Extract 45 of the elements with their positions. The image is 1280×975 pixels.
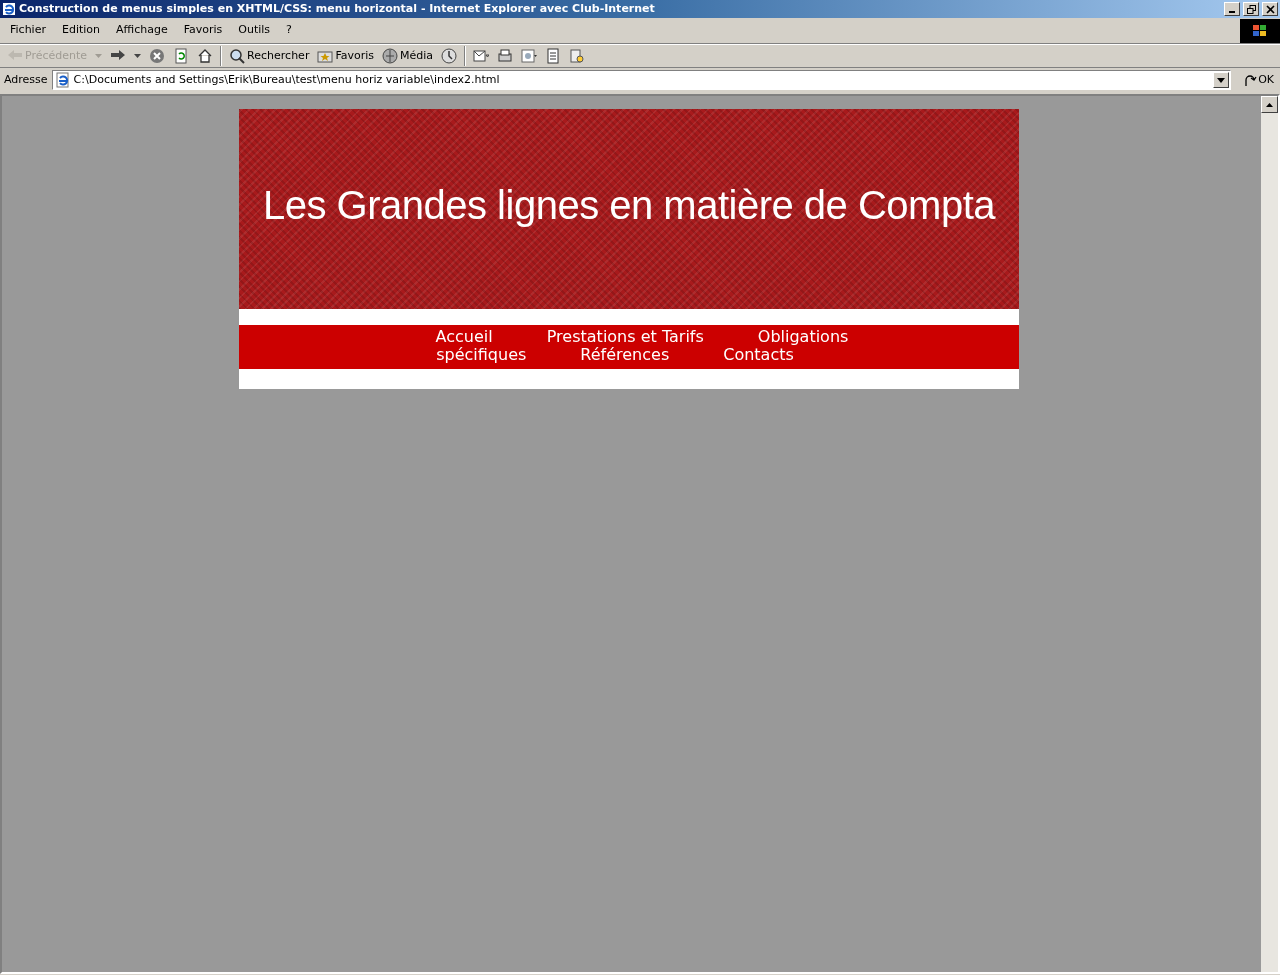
restore-button[interactable] — [1243, 2, 1259, 16]
nav-link-item[interactable]: Références — [580, 346, 670, 364]
windows-logo-icon — [1240, 18, 1280, 43]
minimize-button[interactable] — [1224, 2, 1240, 16]
menu-item[interactable]: Outils — [230, 22, 279, 39]
nav-link-item[interactable]: Accueil — [435, 328, 493, 346]
clock-icon — [441, 48, 458, 64]
refresh-icon — [173, 48, 190, 64]
printer-icon — [497, 48, 514, 64]
address-label: Adresse — [4, 71, 48, 88]
banner-title: Les Grandes lignes en matière de Compta — [263, 182, 995, 229]
scrollbar[interactable] — [1261, 96, 1278, 972]
go-button[interactable]: OK — [1235, 71, 1278, 89]
search-icon — [229, 48, 246, 64]
page-icon — [54, 72, 71, 88]
browser-icon — [2, 2, 16, 16]
caret-icon — [1217, 77, 1226, 83]
close-button[interactable] — [1262, 2, 1278, 16]
stop-icon — [149, 48, 166, 64]
nav-link-item[interactable]: Obligations — [757, 328, 849, 346]
go-arrow-icon — [1243, 73, 1258, 87]
nav-link-item[interactable]: Contacts — [723, 346, 794, 364]
menu-item[interactable]: Affichage — [108, 22, 176, 39]
search-button[interactable]: Rechercher — [226, 45, 313, 67]
close-icon — [1265, 4, 1275, 14]
window-icon — [521, 48, 538, 64]
window-title: Construction de menus simples en XHTML/CSS: menu horizontal - Internet Explorer avec Club-Internet — [19, 0, 656, 17]
nav-link-item[interactable]: Prestations et Tarifs — [546, 328, 704, 346]
favorites-button[interactable]: Favoris — [314, 45, 377, 67]
home-icon — [197, 48, 214, 64]
menu-item[interactable]: ? — [278, 22, 300, 39]
media-button[interactable]: Média — [379, 45, 437, 67]
address-field[interactable]: C:\Documents and Settings\Erik\Bureau\test\menu horiz variable\index2.html — [51, 70, 1232, 90]
document-icon — [545, 48, 562, 64]
menu-item[interactable]: Favoris — [175, 22, 231, 39]
envelope-icon — [473, 48, 490, 64]
dropdown-button[interactable] — [1213, 72, 1230, 88]
globe-icon — [382, 48, 398, 64]
scroll-up-button[interactable] — [1261, 96, 1278, 113]
nav-link-item[interactable]: spécifiques — [436, 346, 527, 364]
magnifier-icon — [569, 48, 586, 64]
caret-icon — [1266, 102, 1273, 107]
menu-item[interactable]: Fichier — [2, 22, 54, 39]
menu-item[interactable]: Edition — [53, 22, 108, 39]
restore-icon — [1246, 4, 1256, 14]
